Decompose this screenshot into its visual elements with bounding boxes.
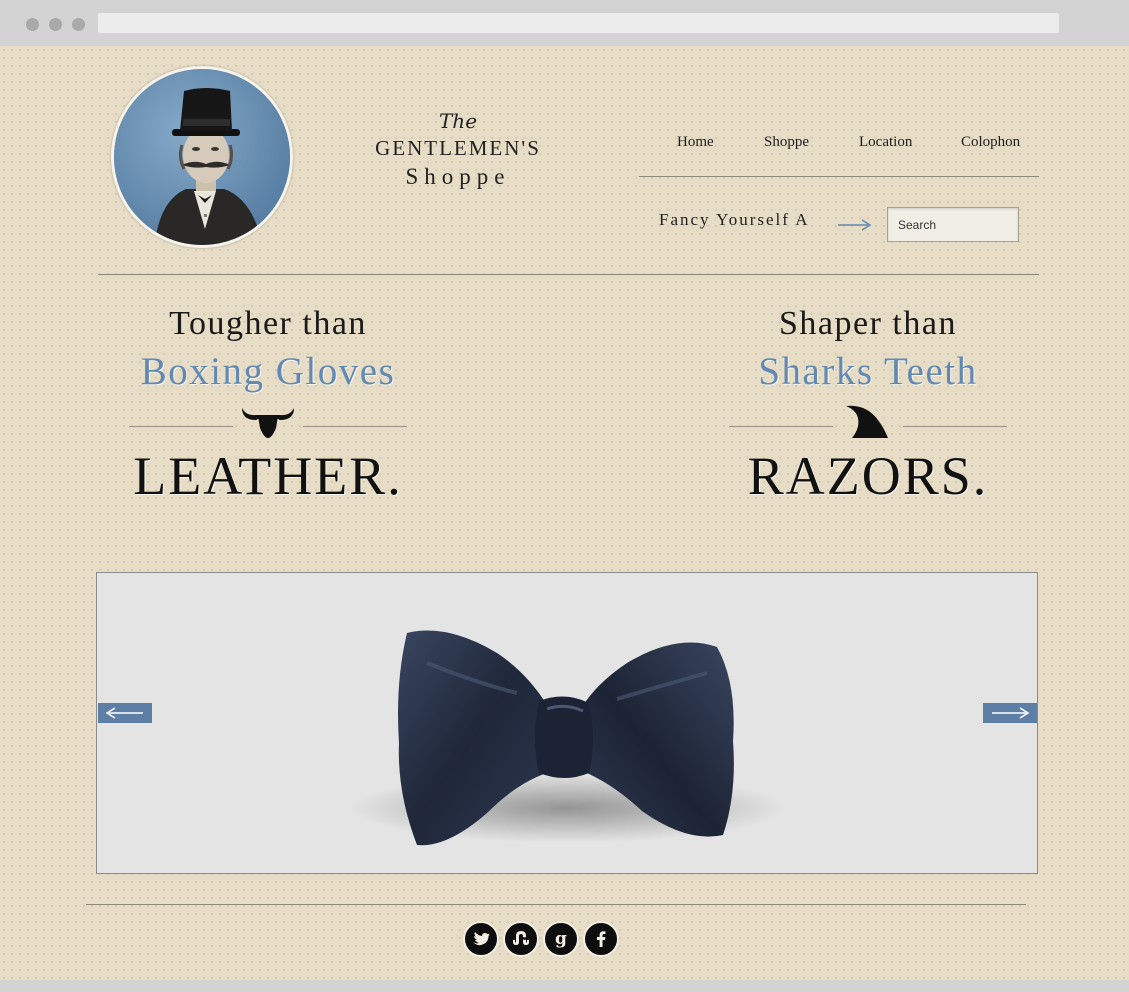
nav-shoppe[interactable]: Shoppe [764, 134, 809, 151]
browser-chrome [0, 0, 1129, 46]
promo-accent: Boxing Gloves [140, 350, 396, 393]
bull-horns-icon [242, 408, 294, 438]
window-minimize-dot[interactable] [49, 18, 62, 31]
twitter-link[interactable] [463, 921, 499, 957]
twitter-icon [473, 932, 490, 946]
gentleman-portrait [111, 66, 293, 248]
promo-divider [708, 400, 1028, 446]
window-maximize-dot[interactable] [72, 18, 85, 31]
nav-home[interactable]: Home [677, 134, 714, 151]
slider-prev-button[interactable] [98, 703, 152, 723]
window-close-dot[interactable] [26, 18, 39, 31]
logo-title: GENTLEMEN'S [375, 136, 541, 160]
arrow-left-icon [105, 707, 143, 719]
arrow-right-icon [838, 216, 872, 231]
logo-subtitle: Shoppe [405, 164, 511, 189]
promo-razors: Shaper than Sharks Teeth RAZORS. [708, 302, 1028, 506]
tagline: Fancy Yourself A [659, 210, 810, 229]
page: The GENTLEMEN'S Shoppe Home Shoppe Locat… [0, 46, 1129, 980]
promo-accent: Sharks Teeth [758, 350, 978, 393]
site-logo[interactable]: The GENTLEMEN'S Shoppe [340, 108, 576, 192]
stumbleupon-link[interactable] [503, 921, 539, 957]
shark-fin-icon [846, 405, 888, 438]
promo-lead: Tougher than [169, 305, 367, 342]
google-icon: g [555, 929, 567, 949]
window-bottom-edge [0, 980, 1129, 992]
address-bar[interactable] [98, 13, 1059, 33]
bow-tie-image [398, 630, 734, 846]
facebook-link[interactable] [583, 921, 619, 957]
arrow-right-icon [992, 707, 1030, 719]
search-input[interactable] [887, 207, 1019, 242]
nav-divider [639, 176, 1039, 177]
product-slider [96, 572, 1038, 874]
main-nav: Home Shoppe Location Colophon [640, 134, 1039, 154]
nav-colophon[interactable]: Colophon [961, 134, 1020, 151]
footer-divider [86, 904, 1026, 905]
promo-word: LEATHER. [133, 446, 403, 506]
logo-the: The [438, 109, 478, 133]
header-divider [98, 274, 1039, 275]
slider-next-button[interactable] [983, 703, 1037, 723]
promo-leather: Tougher than Boxing Gloves LEATHER. [108, 302, 428, 506]
nav-location[interactable]: Location [859, 134, 912, 151]
google-link[interactable]: g [543, 921, 579, 957]
promo-word: RAZORS. [747, 446, 989, 506]
promo-lead: Shaper than [779, 305, 957, 342]
facebook-icon [597, 931, 606, 947]
svg-text:g: g [555, 929, 567, 949]
promo-divider [108, 400, 428, 446]
stumbleupon-icon [513, 931, 529, 945]
